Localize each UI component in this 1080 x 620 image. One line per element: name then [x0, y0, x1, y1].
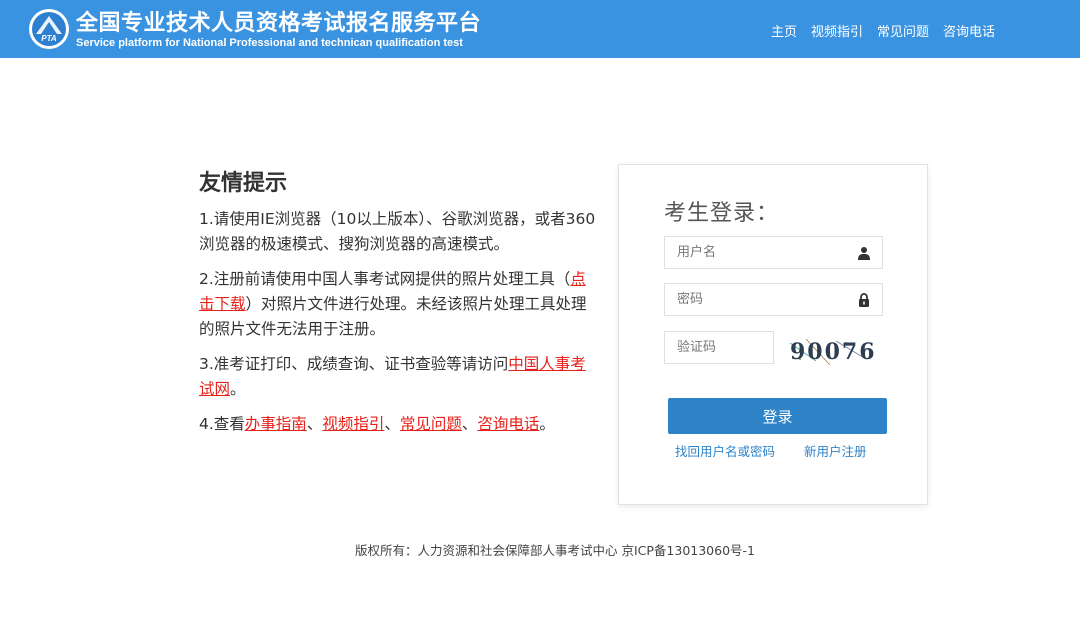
tip-2-paren-open: （	[554, 270, 571, 288]
tip-3-text-b: 。	[230, 380, 246, 398]
tip-4-text-a: 4.查看	[199, 415, 245, 433]
recover-account-link[interactable]: 找回用户名或密码	[675, 441, 775, 460]
guide-link[interactable]: 办事指南	[245, 415, 307, 433]
faq-link[interactable]: 常见问题	[400, 415, 462, 433]
captcha-image[interactable]: 90076	[786, 335, 876, 367]
logo-text: PTA	[41, 34, 57, 43]
nav-video-guide[interactable]: 视频指引	[811, 21, 863, 40]
user-icon	[858, 247, 870, 260]
tip-2: 2.注册前请使用中国人事考试网提供的照片处理工具（点击下载）对照片文件进行处理。…	[199, 267, 599, 342]
login-button[interactable]: 登录	[668, 398, 887, 434]
login-title: 考生登录：	[664, 201, 780, 226]
tip-4-sep: 、	[461, 415, 478, 433]
username-input[interactable]	[665, 237, 882, 268]
pta-logo-icon: PTA	[29, 9, 69, 49]
top-nav: 主页 视频指引 常见问题 咨询电话	[771, 21, 995, 40]
tip-4-end: 。	[539, 415, 555, 433]
nav-contact-phone[interactable]: 咨询电话	[943, 21, 995, 40]
password-field-wrapper	[664, 283, 883, 316]
site-subtitle: Service platform for National Profession…	[76, 37, 463, 49]
footer-copyright: 版权所有：人力资源和社会保障部人事考试中心 京ICP备13013060号-1	[354, 543, 755, 558]
nav-home[interactable]: 主页	[771, 21, 797, 40]
video-guide-link[interactable]: 视频指引	[322, 415, 384, 433]
login-panel: 考生登录： 90076 登录 找回用户名或密码 新用户注册	[618, 164, 928, 505]
username-field-wrapper	[664, 236, 883, 269]
password-input[interactable]	[665, 284, 882, 315]
captcha-field-wrapper	[664, 331, 774, 364]
site-title: 全国专业技术人员资格考试报名服务平台	[76, 11, 482, 36]
tip-1: 1.请使用IE浏览器（10以上版本）、谷歌浏览器，或者360浏览器的极速模式、搜…	[199, 210, 596, 253]
captcha-input[interactable]	[665, 332, 773, 363]
tip-4-sep: 、	[306, 415, 323, 433]
friendly-tips: 友情提示 1.请使用IE浏览器（10以上版本）、谷歌浏览器，或者360浏览器的极…	[199, 165, 599, 447]
tip-3-text-a: 3.准考证打印、成绩查询、证书查验等请访问	[199, 355, 509, 373]
lock-icon	[859, 293, 869, 307]
tip-2-text-a: 2.注册前请使用中国人事考试网提供的照片处理工具	[199, 270, 555, 288]
contact-phone-link[interactable]: 咨询电话	[477, 415, 539, 433]
captcha-text: 90076	[790, 339, 876, 365]
tip-3: 3.准考证打印、成绩查询、证书查验等请访问中国人事考试网。	[199, 352, 599, 402]
tip-2-paren-close: ）	[245, 295, 262, 313]
site-header: PTA 全国专业技术人员资格考试报名服务平台 Service platform …	[0, 0, 1080, 58]
tip-4-sep: 、	[384, 415, 400, 433]
nav-faq[interactable]: 常见问题	[877, 21, 929, 40]
tip-4: 4.查看办事指南、视频指引、常见问题、咨询电话。	[199, 412, 599, 437]
register-link[interactable]: 新用户注册	[804, 441, 867, 460]
tips-title: 友情提示	[199, 171, 288, 196]
